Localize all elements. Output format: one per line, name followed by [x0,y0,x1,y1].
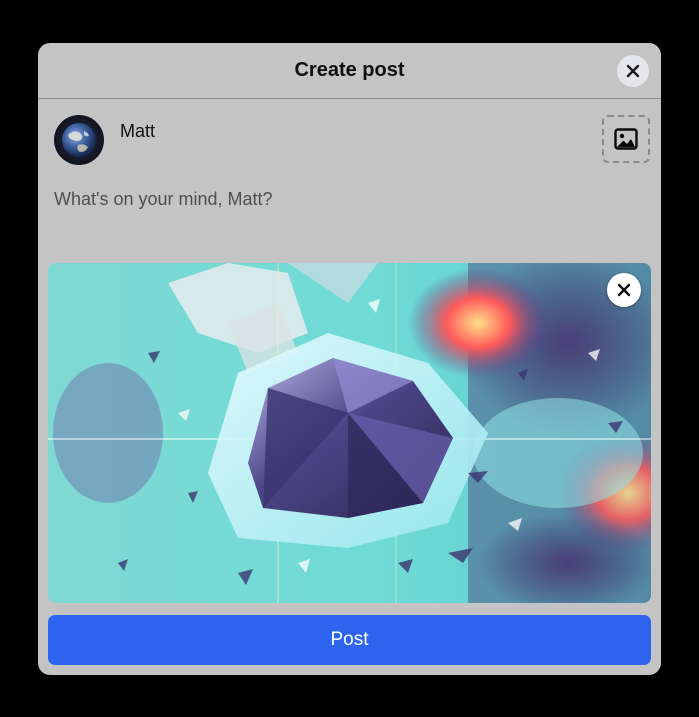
earth-avatar [54,115,104,165]
close-dialog-button[interactable] [617,55,649,87]
preview-image [48,263,651,603]
close-icon [617,283,631,297]
post-button[interactable]: Post [48,615,651,665]
dialog-header: Create post [38,43,661,99]
user-avatar [54,115,104,165]
dialog-title: Create post [294,59,405,81]
remove-image-button[interactable] [607,273,641,307]
post-text-input[interactable] [54,186,574,212]
image-icon [614,128,638,150]
add-media-button[interactable] [602,115,650,163]
image-preview [48,263,651,603]
create-post-dialog: Create post Matt What's on your mind, Ma… [38,43,661,675]
close-icon [626,64,640,78]
user-name: Matt [120,121,156,141]
